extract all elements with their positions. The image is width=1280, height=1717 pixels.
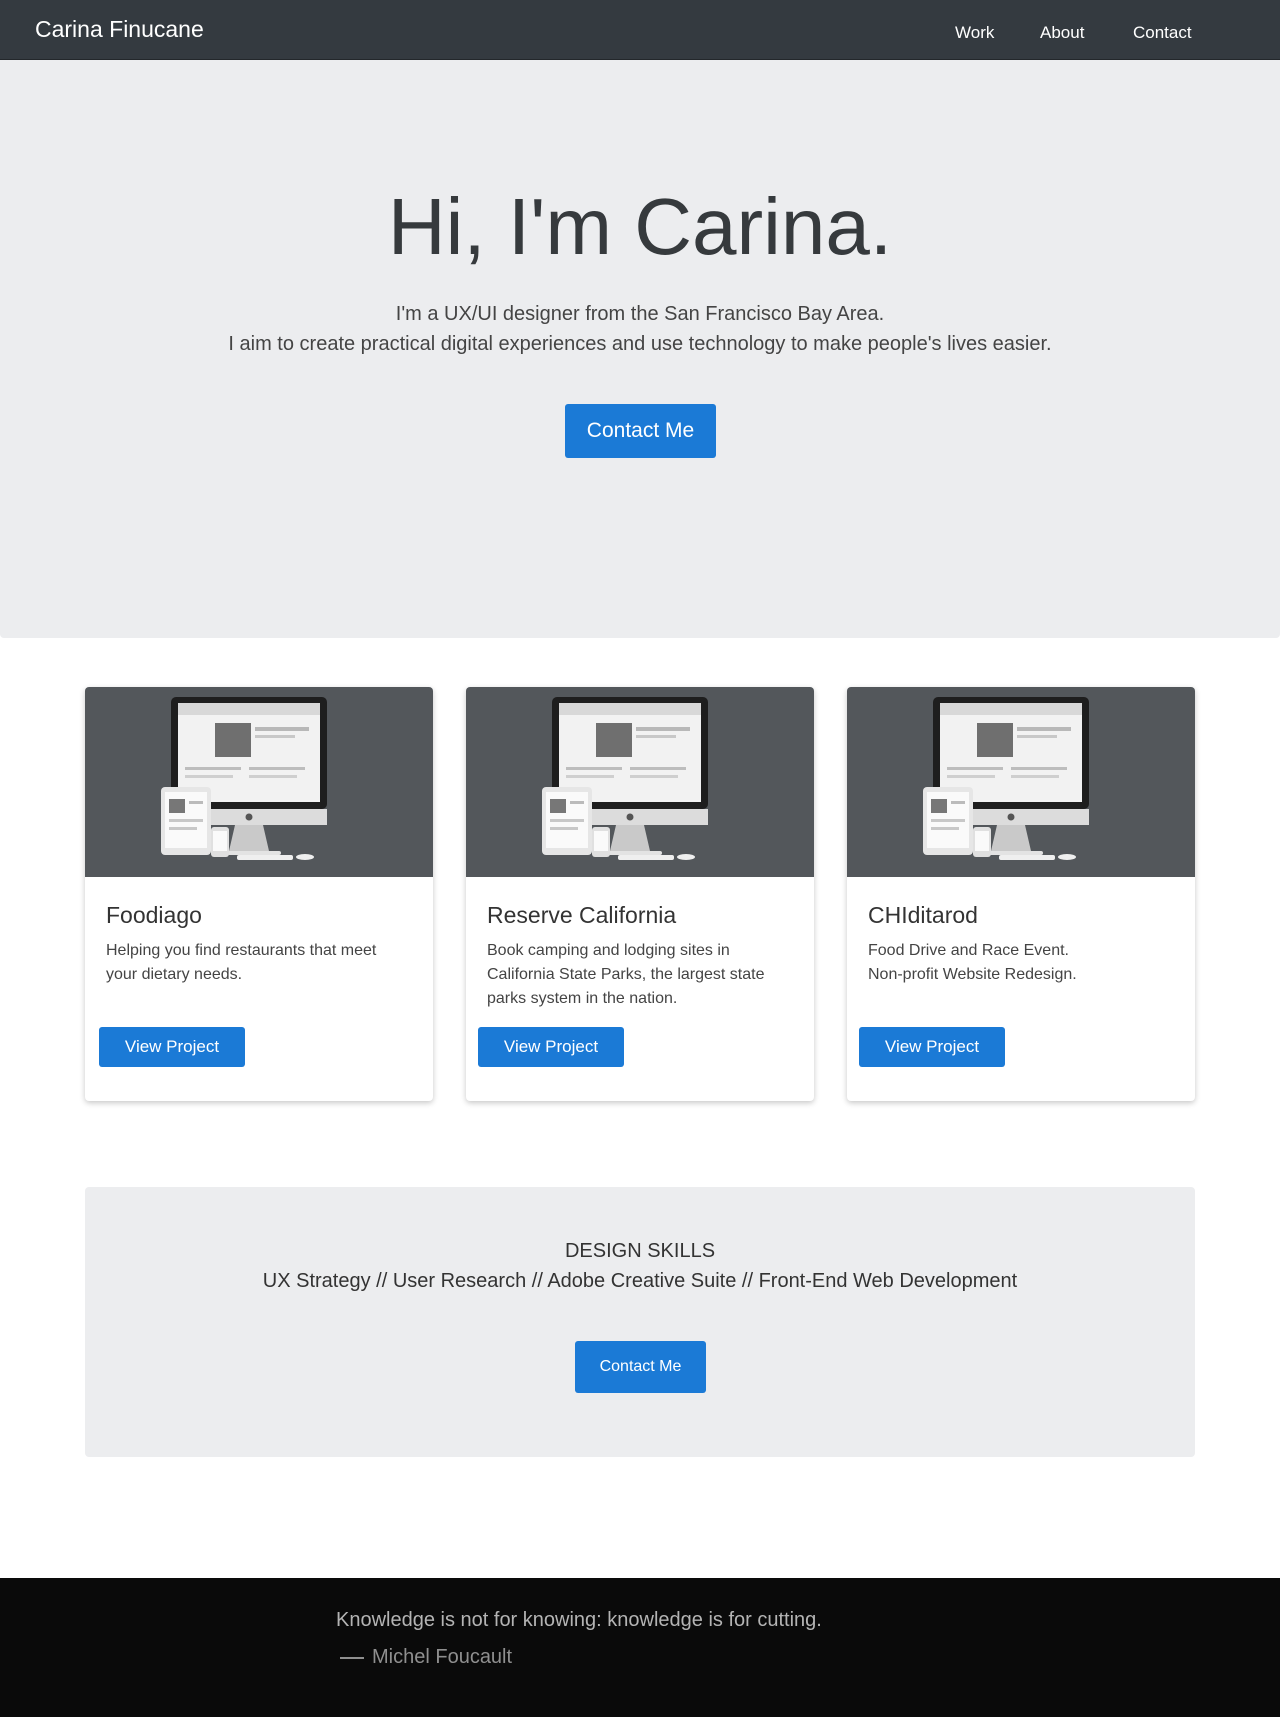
view-project-button[interactable]: View Project	[478, 1027, 624, 1067]
hero-mission-line: I aim to create practical digital experi…	[228, 333, 1052, 355]
project-description: Helping you find restaurants that meet y…	[106, 939, 416, 987]
project-description-line: Helping you find restaurants that meet	[106, 942, 377, 959]
project-description-line: California State Parks, the largest stat…	[487, 966, 765, 983]
hero-contact-button[interactable]: Contact Me	[565, 404, 716, 458]
quote-author: Michel Foucault	[372, 1646, 513, 1668]
project-description-line: your dietary needs.	[106, 966, 243, 983]
project-description: Book camping and lodging sites in Califo…	[487, 939, 797, 1011]
project-card-chiditarod: CHIditarod Food Drive and Race Event. No…	[847, 687, 1195, 1101]
skills-list: UX Strategy // User Research // Adobe Cr…	[262, 1270, 1018, 1292]
footer-quote: Knowledge is not for knowing: knowledge …	[336, 1609, 822, 1631]
nav-link-work[interactable]: Work	[955, 23, 994, 43]
design-skills-section: DESIGN SKILLS UX Strategy // User Resear…	[85, 1187, 1195, 1457]
nav-link-contact[interactable]: Contact	[1133, 23, 1192, 43]
project-description-line: Food Drive and Race Event.	[868, 942, 1069, 959]
project-description-line: parks system in the nation.	[487, 990, 678, 1007]
devices-mockup-image[interactable]	[85, 687, 433, 877]
skills-contact-button[interactable]: Contact Me	[575, 1341, 706, 1393]
project-title: Reserve California	[487, 902, 677, 928]
hero-title: Hi, I'm Carina.	[387, 182, 893, 271]
nav-link-about[interactable]: About	[1040, 23, 1084, 43]
hero-intro-line: I'm a UX/UI designer from the San Franci…	[395, 303, 885, 325]
top-navbar: Carina Finucane Work About Contact	[0, 0, 1280, 60]
hero-section: Hi, I'm Carina. I'm a UX/UI designer fro…	[0, 60, 1280, 638]
project-card-foodiago: Foodiago Helping you find restaurants th…	[85, 687, 433, 1101]
project-title: CHIditarod	[868, 902, 978, 928]
devices-mockup-image[interactable]	[466, 687, 814, 877]
project-title: Foodiago	[106, 902, 202, 928]
quote-dash-divider	[340, 1657, 364, 1659]
footer: Knowledge is not for knowing: knowledge …	[0, 1578, 1280, 1717]
project-description-line: Book camping and lodging sites in	[487, 942, 730, 959]
project-description: Food Drive and Race Event. Non-profit We…	[868, 939, 1178, 987]
brand-link[interactable]: Carina Finucane	[35, 16, 204, 43]
project-description-line: Non-profit Website Redesign.	[868, 966, 1077, 983]
view-project-button[interactable]: View Project	[859, 1027, 1005, 1067]
devices-mockup-image[interactable]	[847, 687, 1195, 877]
skills-heading: DESIGN SKILLS	[564, 1240, 716, 1262]
view-project-button[interactable]: View Project	[99, 1027, 245, 1067]
project-card-reserve-california: Reserve California Book camping and lodg…	[466, 687, 814, 1101]
